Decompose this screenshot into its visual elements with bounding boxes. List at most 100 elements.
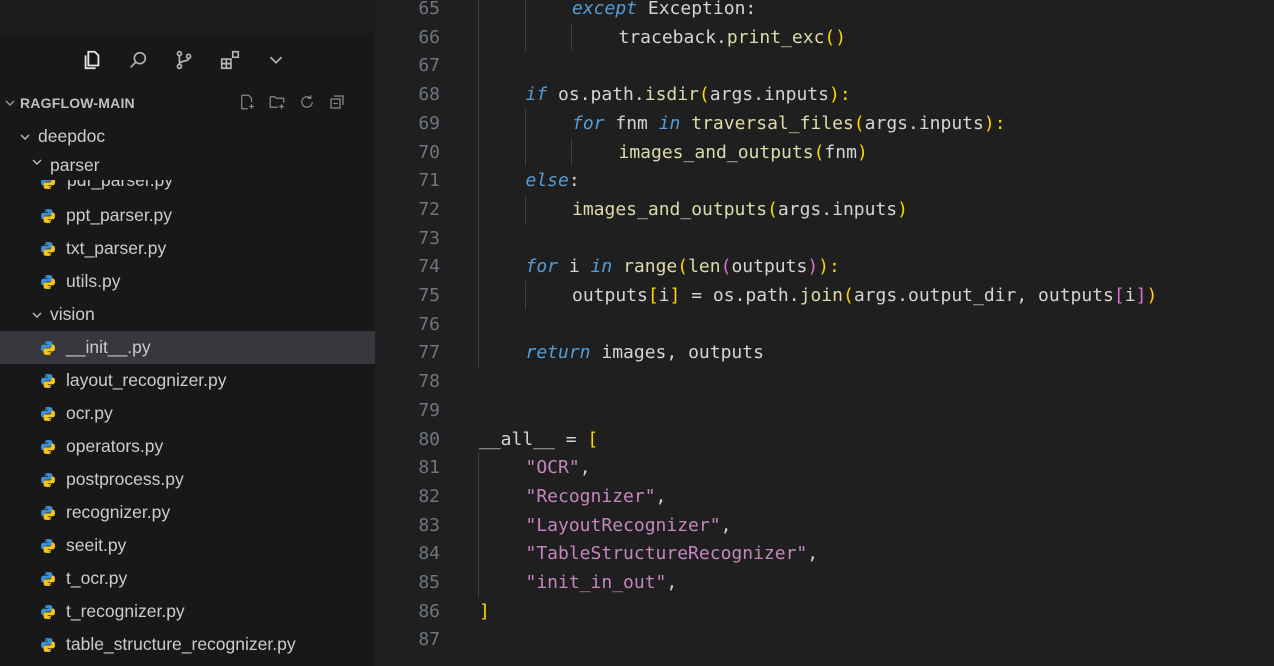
code-line[interactable]: 74 for i in range(len(outputs)): [375, 252, 1274, 281]
code-line[interactable]: 84 "TableStructureRecognizer", [375, 539, 1274, 568]
code-line[interactable]: 86] [375, 597, 1274, 626]
tree-item-label: parser [50, 155, 100, 175]
code-line[interactable]: 75 outputs[i] = os.path.join(args.output_… [375, 281, 1274, 310]
tree-file-item[interactable]: txt_parser.py [0, 232, 375, 265]
code-token: = os.path. [680, 285, 800, 306]
code-line[interactable]: 72 images_and_outputs(args.inputs) [375, 195, 1274, 224]
search-icon[interactable] [124, 46, 152, 74]
code-content: "init_in_out", [526, 568, 678, 597]
code-line[interactable]: 68 if os.path.isdir(args.inputs): [375, 80, 1274, 109]
python-file-icon [40, 208, 56, 224]
indent-guide [478, 0, 479, 368]
collapse-all-icon[interactable] [327, 92, 347, 112]
code-line[interactable]: 79 [375, 396, 1274, 425]
code-token: ( [813, 141, 825, 163]
explorer-header[interactable]: RAGFLOW-MAIN [0, 88, 375, 118]
chevron-down-icon[interactable] [262, 46, 290, 74]
folder-expanded-chevron-icon [30, 155, 44, 169]
code-content: return images, outputs [526, 338, 764, 367]
explorer-icon[interactable] [78, 46, 106, 74]
line-number: 78 [418, 371, 440, 393]
code-content: "Recognizer", [526, 482, 667, 511]
line-number: 79 [418, 399, 440, 421]
tree-file-item[interactable]: layout_recognizer.py [0, 364, 375, 397]
line-number: 83 [418, 514, 440, 536]
line-number: 73 [418, 227, 440, 249]
code-token: join [799, 285, 843, 306]
code-line[interactable]: 76 [375, 310, 1274, 339]
tree-file-item[interactable]: table_structure_recognizer.py [0, 628, 375, 661]
tree-file-item[interactable]: ppt_parser.py [0, 199, 375, 232]
code-token: ( [698, 84, 710, 106]
new-folder-icon[interactable] [267, 92, 287, 112]
tree-file-item[interactable]: t_recognizer.py [0, 595, 375, 628]
code-line[interactable]: 69 for fnm in traversal_files(args.inputs… [375, 109, 1274, 138]
code-token: "Recognizer" [525, 485, 656, 507]
python-file-icon [40, 406, 56, 422]
tree-file-item[interactable]: t_ocr.py [0, 562, 375, 595]
code-content: ] [479, 597, 490, 626]
code-line[interactable]: 87 [375, 625, 1274, 654]
code-line[interactable]: 82 "Recognizer", [375, 482, 1274, 511]
code-token: ) [807, 256, 819, 278]
code-line[interactable]: 85 "init_in_out", [375, 568, 1274, 597]
code-line[interactable]: 77 return images, outputs [375, 338, 1274, 367]
tree-item-label: postprocess.py [66, 469, 184, 489]
tree-file-item[interactable]: utils.py [0, 265, 375, 298]
tree-file-item-clipped[interactable]: pdf_parser.py [0, 180, 375, 192]
line-number: 85 [418, 572, 440, 593]
code-token: "LayoutRecognizer" [525, 514, 721, 536]
code-token: images, outputs [590, 342, 764, 364]
line-number: 66 [418, 26, 440, 48]
code-content: if os.path.isdir(args.inputs): [526, 80, 851, 109]
code-line[interactable]: 83 "LayoutRecognizer", [375, 511, 1274, 540]
tree-file-item[interactable]: postprocess.py [0, 463, 375, 496]
code-token: isdir [644, 84, 699, 106]
code-token: : [568, 170, 580, 192]
tree-item-label: utils.py [66, 271, 121, 291]
tree-item-label: ocr.py [66, 403, 113, 423]
source-control-icon[interactable] [170, 46, 198, 74]
line-number: 70 [418, 141, 440, 163]
code-line[interactable]: 67 [375, 51, 1274, 80]
code-token: outputs [572, 285, 648, 306]
line-number: 71 [418, 170, 440, 192]
line-number: 77 [418, 342, 440, 364]
tree-item-label: __init__.py [66, 337, 151, 357]
code-line[interactable]: 80 __all__ = [ [375, 425, 1274, 454]
python-file-icon [40, 604, 56, 620]
refresh-icon[interactable] [297, 92, 317, 112]
code-token: args.output_dir, outputs [853, 285, 1114, 306]
tree-file-item[interactable]: recognizer.py [0, 496, 375, 529]
extensions-icon[interactable] [216, 46, 244, 74]
code-line[interactable]: 66 traceback.print_exc() [375, 23, 1274, 52]
code-token: [ [587, 428, 599, 450]
tree-folder-deepdoc[interactable]: deepdoc [0, 120, 375, 153]
code-line[interactable]: 65 except Exception: [375, 0, 1274, 23]
tree-file-item[interactable]: seeit.py [0, 529, 375, 562]
code-content: images_and_outputs(args.inputs) [572, 195, 908, 224]
indent-guide [478, 453, 479, 597]
code-token: [ [1113, 285, 1125, 306]
code-line[interactable]: 71 else: [375, 166, 1274, 195]
code-token: ] [669, 285, 681, 306]
new-file-icon[interactable] [237, 92, 257, 112]
tree-file-item[interactable]: ocr.py [0, 397, 375, 430]
code-token: in [590, 256, 613, 278]
tree-item-label: table_structure_recognizer.py [66, 634, 296, 654]
code-line[interactable]: 78 [375, 367, 1274, 396]
code-editor[interactable]: 65 except Exception: 66 traceback.print_exc… [375, 0, 1274, 666]
code-line[interactable]: 81 "OCR", [375, 453, 1274, 482]
code-token: range [623, 256, 678, 278]
tree-file-item[interactable]: operators.py [0, 430, 375, 463]
code-line[interactable]: 73 [375, 224, 1274, 253]
code-line[interactable]: 70 images_and_outputs(fnm) [375, 138, 1274, 167]
code-content: for fnm in traversal_files(args.inputs): [572, 109, 1006, 138]
code-token: fnm [824, 141, 857, 163]
tree-file-item[interactable]: __init__.py [0, 331, 375, 364]
tree-folder-vision[interactable]: vision [0, 298, 375, 331]
code-token: "TableStructureRecognizer" [525, 543, 808, 565]
code-token: os.path. [547, 84, 645, 106]
explorer-actions [237, 92, 347, 112]
code-token: ( [853, 112, 865, 134]
